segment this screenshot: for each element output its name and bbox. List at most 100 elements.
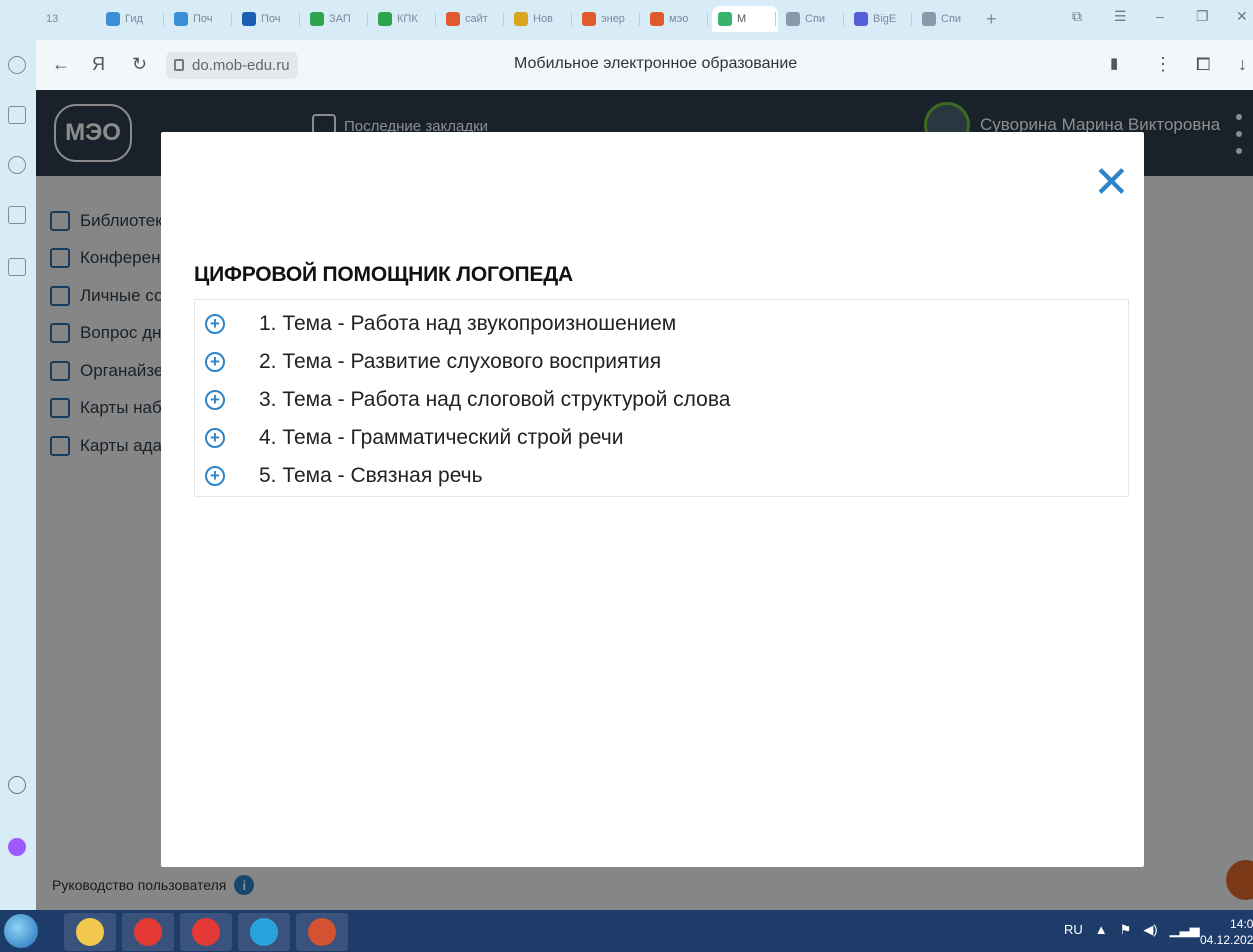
browser-tab[interactable]: Спи xyxy=(780,6,838,32)
topics-modal: ✕ ЦИФРОВОЙ ПОМОЩНИК ЛОГОПЕДА +1. Тема - … xyxy=(161,132,1144,867)
browser-tab-label: М xyxy=(737,13,747,25)
browser-tab-label: Поч xyxy=(261,13,281,25)
url-text: do.mob-edu.ru xyxy=(192,57,290,74)
menu-icon[interactable]: ☰ xyxy=(1114,8,1127,25)
page-title: Мобильное электронное образование xyxy=(514,55,798,72)
reload-icon[interactable]: ↻ xyxy=(132,54,147,75)
yandex-icon[interactable]: Я xyxy=(92,54,105,75)
taskbar-app-button[interactable] xyxy=(64,913,116,951)
telegram-icon xyxy=(250,918,278,946)
tab-favicon-icon xyxy=(718,12,732,26)
volume-icon[interactable]: ◀) xyxy=(1143,922,1157,938)
browser-tab-label: Спи xyxy=(805,13,826,25)
browser-tab-label: BigE xyxy=(873,13,897,25)
tab-favicon-icon xyxy=(106,12,120,26)
voice-assistant-icon[interactable] xyxy=(8,776,26,794)
tab-favicon-icon xyxy=(446,12,460,26)
url-field[interactable]: do.mob-edu.ru xyxy=(166,52,298,79)
bookmark-icon[interactable]: ▮ xyxy=(1110,54,1118,72)
download-icon[interactable]: ↓ xyxy=(1238,54,1247,75)
topic-item[interactable]: +2. Тема - Развитие слухового восприятия xyxy=(195,343,1128,381)
browser-tab[interactable]: КПК xyxy=(372,6,430,32)
browser-tab[interactable]: Поч xyxy=(236,6,294,32)
browser-tab[interactable]: Поч xyxy=(168,6,226,32)
tab-favicon-icon xyxy=(922,12,936,26)
signal-icon[interactable]: ▁▃▅ xyxy=(1170,922,1200,938)
topic-label: 4. Тема - Грамматический строй речи xyxy=(259,426,624,449)
browser-tab[interactable]: ЗАП xyxy=(304,6,362,32)
tray-arrow-icon[interactable]: ▲ xyxy=(1095,922,1108,938)
tab-favicon-icon xyxy=(378,12,392,26)
topic-label: 5. Тема - Связная речь xyxy=(259,464,483,487)
browser-tab-label: Спи xyxy=(941,13,962,25)
restore-icon[interactable]: ❐ xyxy=(1196,8,1209,25)
modal-title: ЦИФРОВОЙ ПОМОЩНИК ЛОГОПЕДА xyxy=(194,263,573,286)
topic-item[interactable]: +4. Тема - Грамматический строй речи xyxy=(195,419,1128,457)
browser-tab[interactable]: Спи xyxy=(916,6,974,32)
play-icon[interactable] xyxy=(8,156,26,174)
browser-side-panel xyxy=(0,40,36,910)
tab-separator xyxy=(231,12,232,26)
alice-icon[interactable] xyxy=(8,838,26,856)
tab-favicon-icon xyxy=(514,12,528,26)
tab-favicon-icon xyxy=(650,12,664,26)
bookmarks-icon[interactable]: ⧉ xyxy=(1072,8,1082,25)
tab-separator xyxy=(775,12,776,26)
notes-app-icon xyxy=(76,918,104,946)
tab-separator xyxy=(843,12,844,26)
tab-counter[interactable]: 13 xyxy=(40,6,74,32)
os-taskbar: RU ▲ ⚑ ◀) ▁▃▅ 14:06 04.12.2025 xyxy=(0,910,1253,952)
tab-separator xyxy=(911,12,912,26)
tab-favicon-icon xyxy=(854,12,868,26)
window-close-icon[interactable]: ✕ xyxy=(1236,8,1248,25)
browser-tab[interactable]: энер xyxy=(576,6,634,32)
taskbar-app-button[interactable] xyxy=(180,913,232,951)
tab-separator xyxy=(639,12,640,26)
expand-plus-icon[interactable]: + xyxy=(205,428,225,448)
language-indicator[interactable]: RU xyxy=(1064,922,1083,938)
system-tray: RU ▲ ⚑ ◀) ▁▃▅ xyxy=(1064,922,1200,938)
back-icon[interactable]: ← xyxy=(52,54,70,75)
tab-separator xyxy=(367,12,368,26)
topic-item[interactable]: +5. Тема - Связная речь xyxy=(195,457,1128,495)
tab-favicon-icon xyxy=(242,12,256,26)
modal-close-button[interactable]: ✕ xyxy=(1093,161,1130,205)
taskbar-app-button[interactable] xyxy=(122,913,174,951)
topic-item[interactable]: +1. Тема - Работа над звукопроизношением xyxy=(195,305,1128,343)
yandex-browser-icon xyxy=(192,918,220,946)
topic-item[interactable]: +3. Тема - Работа над слоговой структуро… xyxy=(195,381,1128,419)
tab-separator xyxy=(435,12,436,26)
browser-tab[interactable]: М xyxy=(712,6,778,32)
topic-list: +1. Тема - Работа над звукопроизношением… xyxy=(194,299,1129,497)
new-tab-button[interactable]: + xyxy=(980,6,1006,32)
collections-icon[interactable] xyxy=(8,106,26,124)
minimize-icon[interactable]: – xyxy=(1156,8,1164,24)
clock[interactable]: 14:06 04.12.2025 xyxy=(1200,916,1253,948)
tab-separator xyxy=(163,12,164,26)
browser-tab-label: сайт xyxy=(465,13,488,25)
expand-plus-icon[interactable]: + xyxy=(205,352,225,372)
tab-favicon-icon xyxy=(786,12,800,26)
tab-favicon-icon xyxy=(174,12,188,26)
browser-tab[interactable]: мэо xyxy=(644,6,702,32)
flag-icon[interactable]: ⚑ xyxy=(1120,922,1132,938)
screenshot-icon[interactable] xyxy=(8,258,26,276)
more-icon[interactable]: ⋮ xyxy=(1154,54,1172,75)
taskbar-app-button[interactable] xyxy=(238,913,290,951)
expand-plus-icon[interactable]: + xyxy=(205,390,225,410)
start-button[interactable] xyxy=(4,914,38,948)
tab-separator xyxy=(503,12,504,26)
powerpoint-icon xyxy=(308,918,336,946)
expand-plus-icon[interactable]: + xyxy=(205,314,225,334)
history-icon[interactable] xyxy=(8,56,26,74)
browser-tab[interactable]: Нов xyxy=(508,6,566,32)
calendar-icon[interactable] xyxy=(8,206,26,224)
taskbar-app-button[interactable] xyxy=(296,913,348,951)
browser-tab[interactable]: Гид xyxy=(100,6,158,32)
expand-plus-icon[interactable]: + xyxy=(205,466,225,486)
extensions-icon[interactable]: ⧠ xyxy=(1196,54,1210,75)
browser-tab[interactable]: BigE xyxy=(848,6,906,32)
browser-tab[interactable]: сайт xyxy=(440,6,498,32)
browser-tab-label: КПК xyxy=(397,13,418,25)
tab-favicon-icon xyxy=(582,12,596,26)
